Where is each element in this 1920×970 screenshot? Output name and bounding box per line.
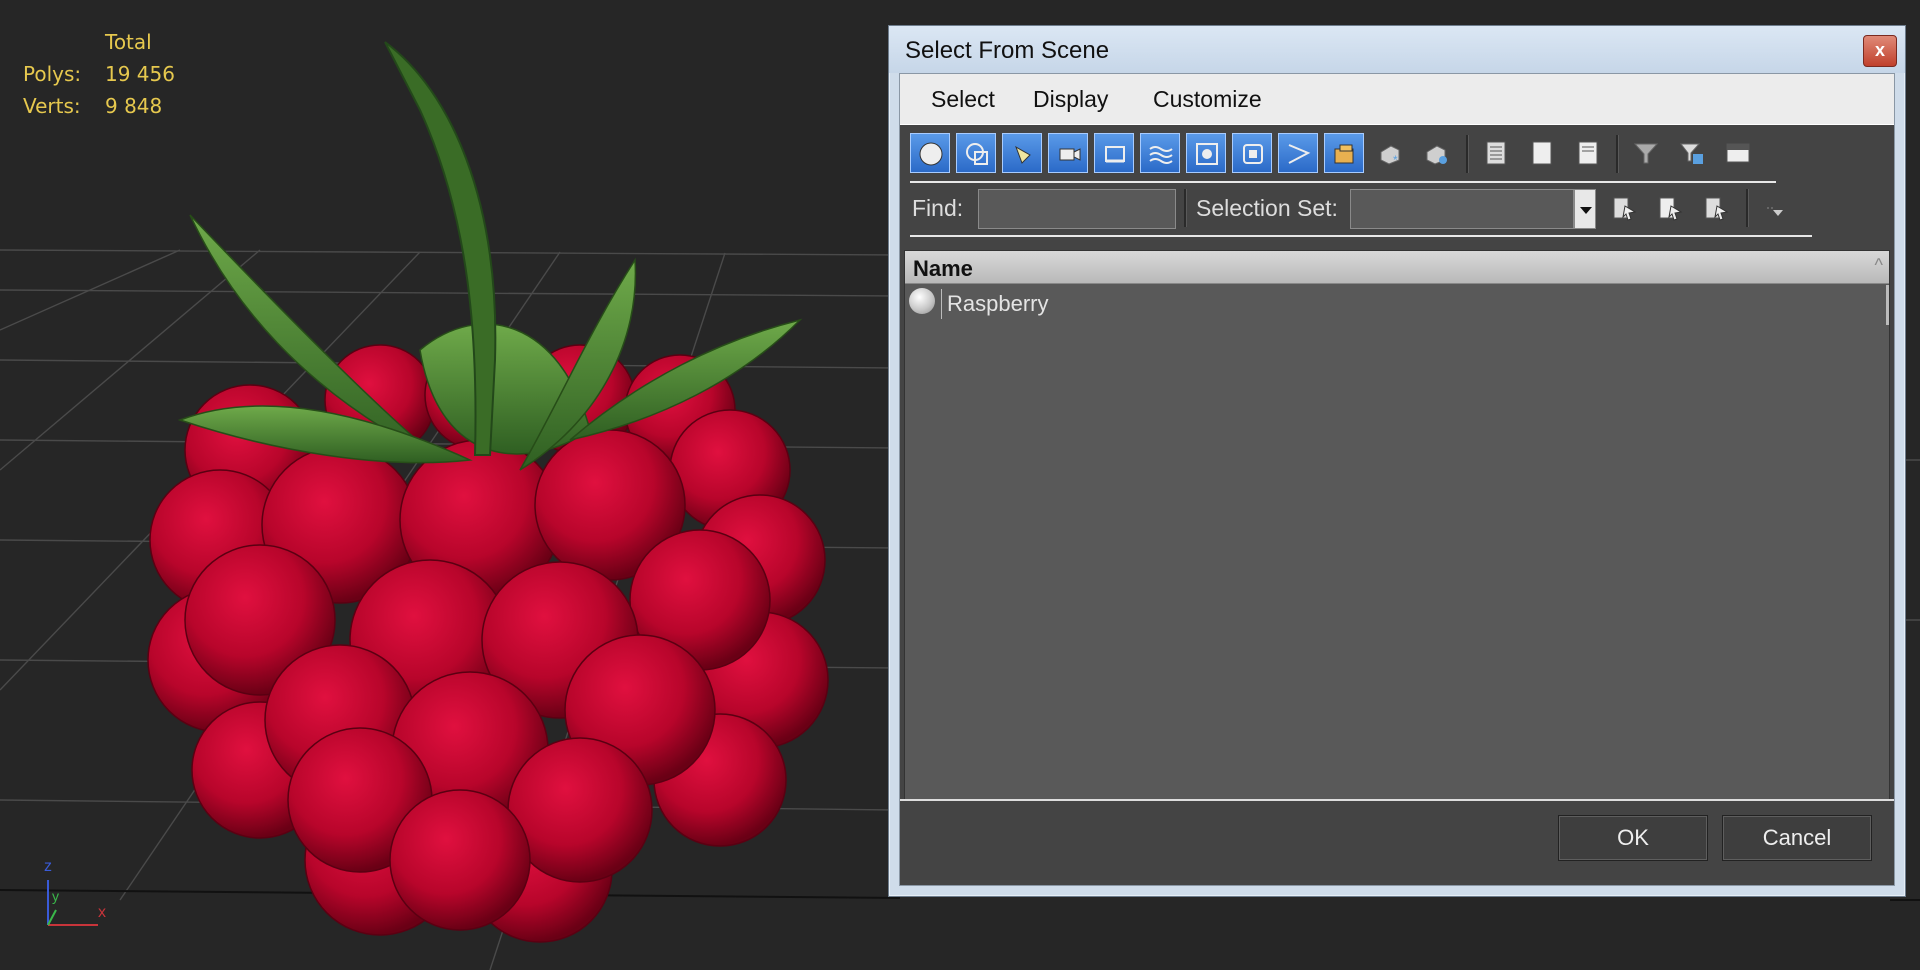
geometry-icon [909,288,935,314]
cameras-filter-button[interactable] [1048,133,1088,173]
axis-x-label: x [98,904,106,921]
item-divider [941,289,942,319]
groups-icon [1196,143,1218,165]
filter-options-button[interactable] [1672,133,1712,173]
shapes-icon [966,143,988,165]
verts-row: Verts: 9 848 [23,90,175,122]
select-invert-button[interactable] [1568,133,1608,173]
toolbar-underline [910,181,1776,183]
filter-options-icon [1679,143,1703,164]
chevron-down-icon [1767,207,1783,216]
select-invert-icon [1578,141,1598,165]
helpers-filter-button[interactable] [1094,133,1134,173]
axis-z-label: z [44,858,52,875]
svg-text:*: * [1393,153,1398,166]
frozen-icon: * [1380,145,1400,166]
edit-selection-set-button[interactable] [1650,189,1690,229]
xrefs-icon [1243,144,1263,164]
cameras-icon [1059,148,1081,161]
lights-icon [1015,145,1031,164]
shapes-filter-button[interactable] [956,133,996,173]
edit-selection-set-icon [1659,197,1683,221]
space-warps-icon [1149,146,1173,164]
space-warps-filter-button[interactable] [1140,133,1180,173]
axis-y-label: y [52,888,59,904]
scene-stats: Total Polys: 19 456 Verts: 9 848 [23,26,175,122]
cancel-button[interactable]: Cancel [1722,815,1872,861]
select-none-button[interactable] [1522,133,1562,173]
menu-bar: Select Display Customize [900,74,1894,125]
sort-arrow-icon: ^ [1874,255,1883,275]
list-item-name: Raspberry [947,291,1049,316]
polys-value: 19 456 [105,62,175,86]
verts-label: Verts: [23,94,81,118]
list-header[interactable]: Name ^ [905,251,1889,284]
object-list[interactable]: Name ^ Raspberry [904,250,1890,812]
remove-selection-set-icon [1705,197,1729,221]
menu-select[interactable]: Select [931,86,995,113]
filter-button[interactable] [1626,133,1666,173]
menu-customize[interactable]: Customize [1153,86,1262,113]
polys-label: Polys: [23,62,82,86]
selection-set-combo[interactable] [1350,189,1574,229]
select-all-button[interactable] [1476,133,1516,173]
toolbar-separator [1184,189,1187,227]
menu-display[interactable]: Display [1033,86,1108,113]
containers-filter-button[interactable] [1324,133,1364,173]
geometry-filter-button[interactable] [910,133,950,173]
close-button[interactable]: x [1863,35,1897,67]
select-from-scene-dialog: Select From Scene x Select Display Custo… [888,25,1906,897]
dialog-client: Select Display Customize * Find: Selecti… [899,73,1895,886]
find-label: Find: [912,195,964,221]
frozen-filter-button[interactable]: * [1370,133,1410,173]
find-input[interactable] [978,189,1176,229]
hidden-filter-button[interactable] [1416,133,1456,173]
dialog-footer: OK Cancel [900,799,1894,885]
xrefs-filter-button[interactable] [1232,133,1272,173]
select-none-icon [1532,141,1552,165]
stats-header: Total [105,30,152,54]
toolbar-separator [1746,189,1749,227]
create-selection-set-icon [1613,197,1637,221]
list-item[interactable]: Raspberry [905,285,1889,321]
layer-icon [1726,143,1750,163]
toolbar-separator [1616,135,1619,173]
selection-set-dropdown-button[interactable] [1574,189,1596,229]
bones-icon [1288,144,1311,164]
verts-value: 9 848 [105,94,163,118]
filter-toolbar: * Find: Selection Set: [900,125,1894,255]
remove-selection-set-button[interactable] [1696,189,1736,229]
helpers-icon [1105,146,1125,163]
close-icon: x [1874,40,1885,60]
ok-button[interactable]: OK [1558,815,1708,861]
filter-icon [1633,143,1659,164]
toolbar-underline [910,235,1812,237]
bones-filter-button[interactable] [1278,133,1318,173]
groups-filter-button[interactable] [1186,133,1226,173]
selection-set-label: Selection Set: [1196,195,1338,221]
create-selection-set-button[interactable] [1604,189,1644,229]
layer-button[interactable] [1718,133,1758,173]
containers-icon [1334,144,1354,164]
hidden-icon [1426,145,1447,165]
geometry-icon [919,142,943,166]
name-column-header[interactable]: Name [913,256,973,282]
lights-filter-button[interactable] [1002,133,1042,173]
polys-row: Polys: 19 456 [23,58,175,90]
select-all-icon [1486,141,1506,165]
vertical-scrollbar[interactable] [1886,285,1889,325]
more-options-button[interactable] [1756,189,1796,229]
dialog-title: Select From Scene [905,37,1110,64]
raspberry-model [147,41,829,943]
dialog-title-bar[interactable]: Select From Scene x [889,26,1905,73]
toolbar-separator [1466,135,1469,173]
